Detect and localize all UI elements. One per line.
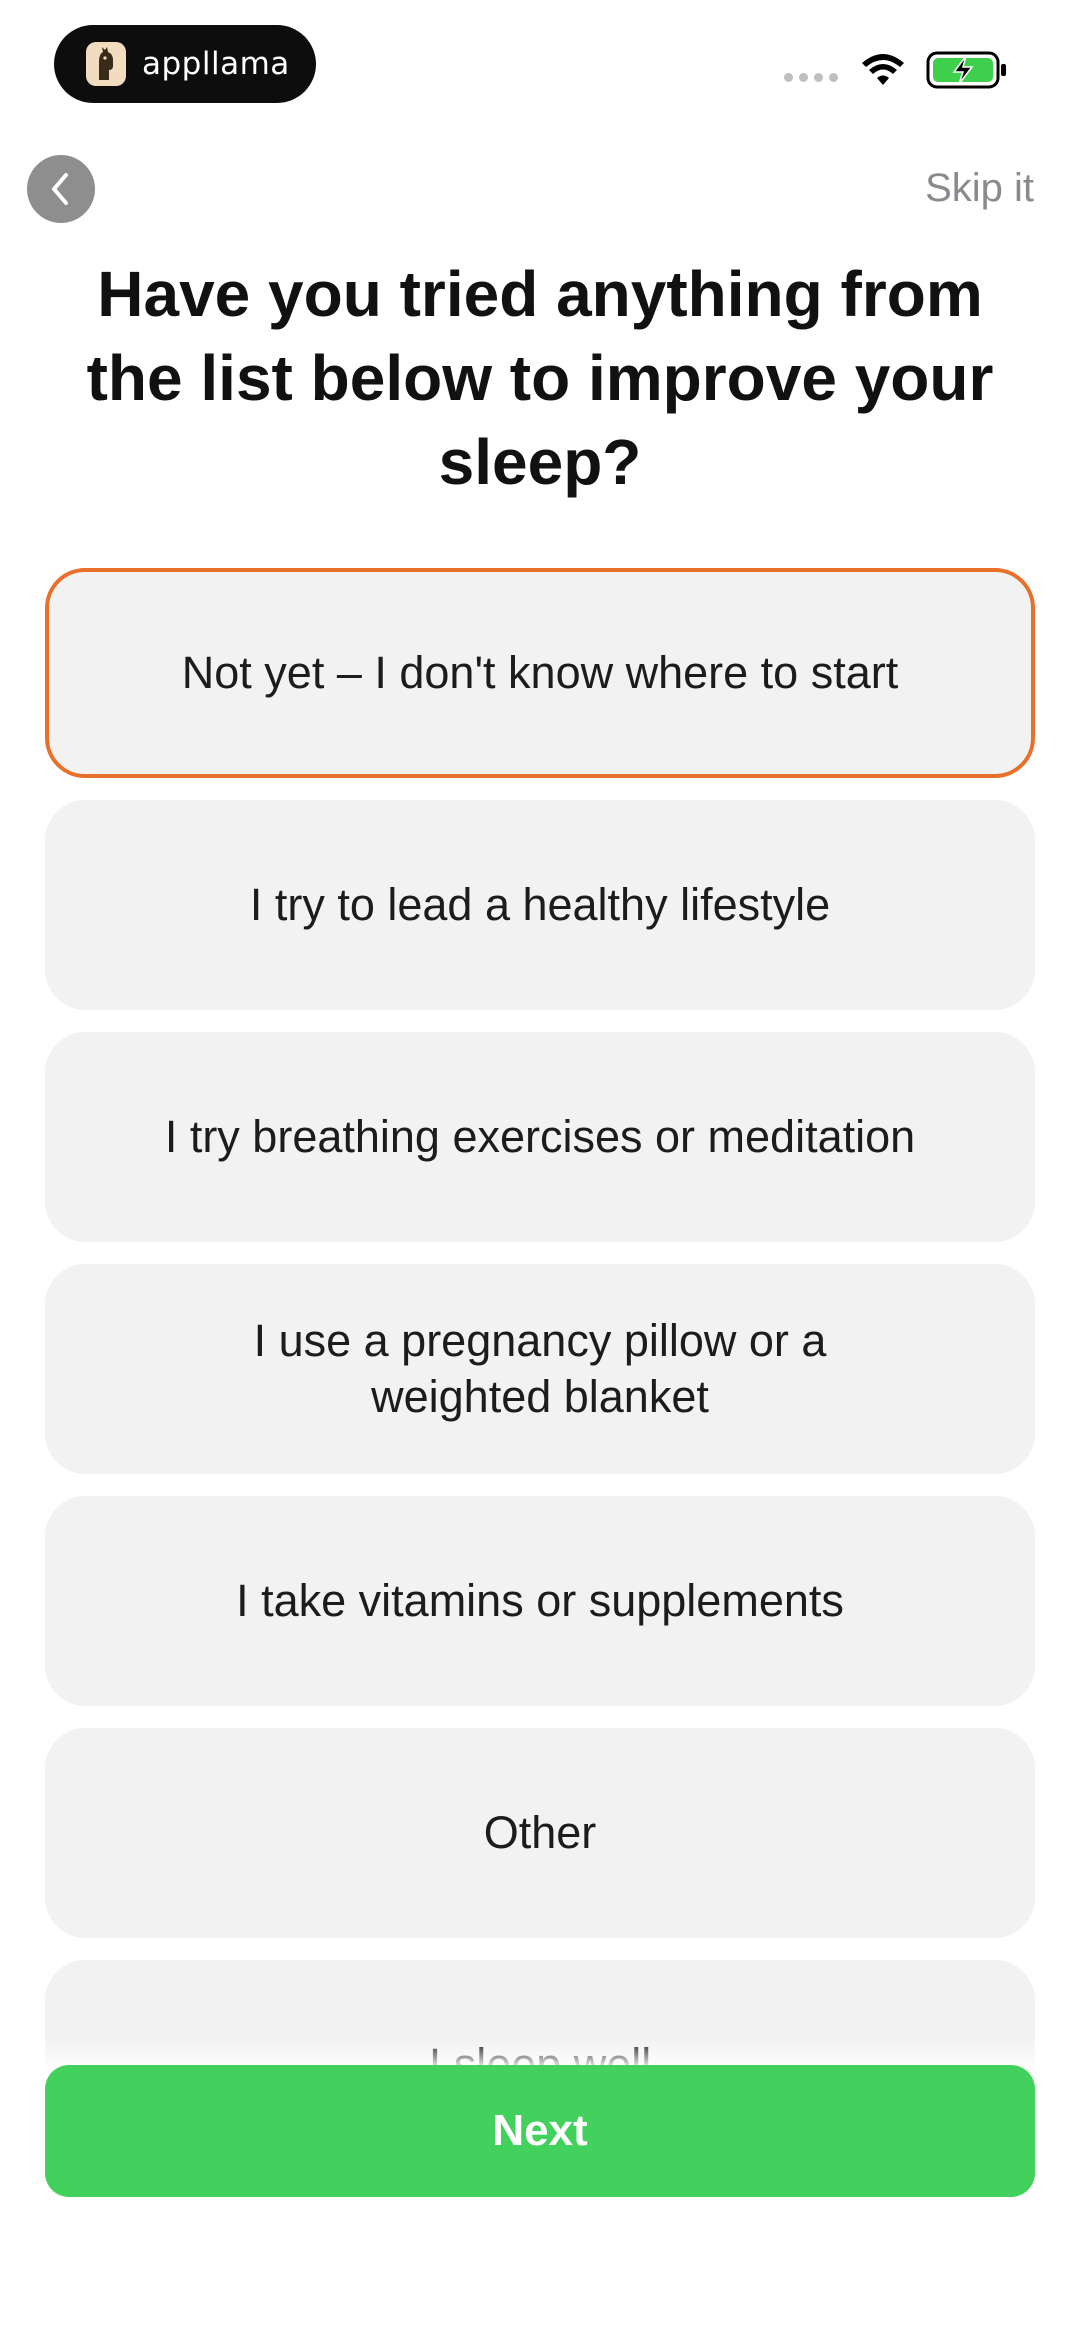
battery-charging-icon: [926, 51, 1006, 89]
skip-button[interactable]: Skip it: [925, 166, 1034, 211]
option-healthy-lifestyle[interactable]: I try to lead a healthy lifestyle: [45, 800, 1035, 1010]
app-badge: appllama: [54, 25, 316, 103]
question-title: Have you tried anything from the list be…: [86, 258, 994, 498]
cellular-signal-icon: [784, 72, 838, 82]
answer-options: Not yet – I don't know where to start I …: [45, 568, 1035, 2192]
option-other[interactable]: Other: [45, 1728, 1035, 1938]
option-breathing-meditation[interactable]: I try breathing exercises or meditation: [45, 1032, 1035, 1242]
llama-logo-icon: [86, 42, 126, 86]
option-not-yet[interactable]: Not yet – I don't know where to start: [45, 568, 1035, 778]
app-name: appllama: [142, 46, 290, 82]
option-vitamins[interactable]: I take vitamins or supplements: [45, 1496, 1035, 1706]
next-button[interactable]: Next: [45, 2065, 1035, 2197]
onboarding-screen: appllama Skip it Have you tried anything…: [0, 0, 1080, 2337]
back-button[interactable]: [27, 155, 95, 223]
status-icons: [784, 50, 1008, 90]
wifi-icon: [862, 54, 904, 85]
chevron-left-icon: [52, 173, 68, 205]
option-pillow-blanket[interactable]: I use a pregnancy pillow or a weighted b…: [45, 1264, 1035, 1474]
